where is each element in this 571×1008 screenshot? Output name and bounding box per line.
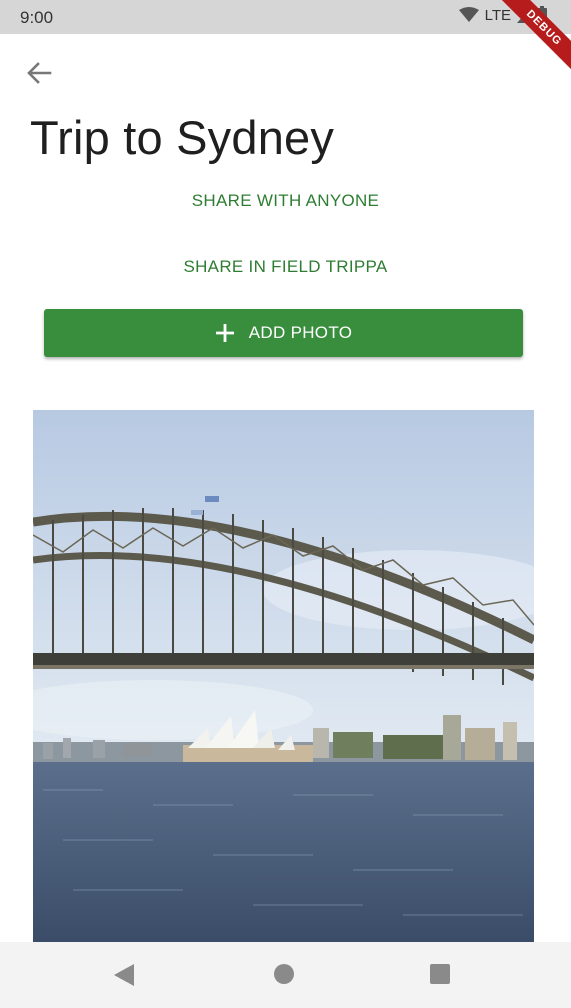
recents-square-icon[interactable] [428, 962, 452, 986]
add-photo-button[interactable]: ADD PHOTO [44, 309, 523, 357]
sydney-harbour-bridge-photo [33, 410, 534, 942]
share-in-field-button[interactable]: SHARE IN FIELD TRIPPA [0, 257, 571, 277]
add-photo-label: ADD PHOTO [248, 323, 353, 342]
status-time: 9:00 [20, 8, 54, 27]
network-type: LTE [484, 6, 511, 24]
system-nav-bar [0, 942, 571, 1008]
wifi-icon [458, 7, 479, 22]
back-triangle-icon[interactable] [112, 962, 138, 988]
share-with-anyone-button[interactable]: SHARE WITH ANYONE [0, 191, 571, 211]
arrow-back-icon[interactable] [24, 58, 54, 88]
home-circle-icon[interactable] [272, 962, 296, 986]
page-title: Trip to Sydney [30, 111, 335, 164]
status-bar: 9:00 LTE [0, 0, 571, 34]
plus-icon [215, 324, 234, 342]
